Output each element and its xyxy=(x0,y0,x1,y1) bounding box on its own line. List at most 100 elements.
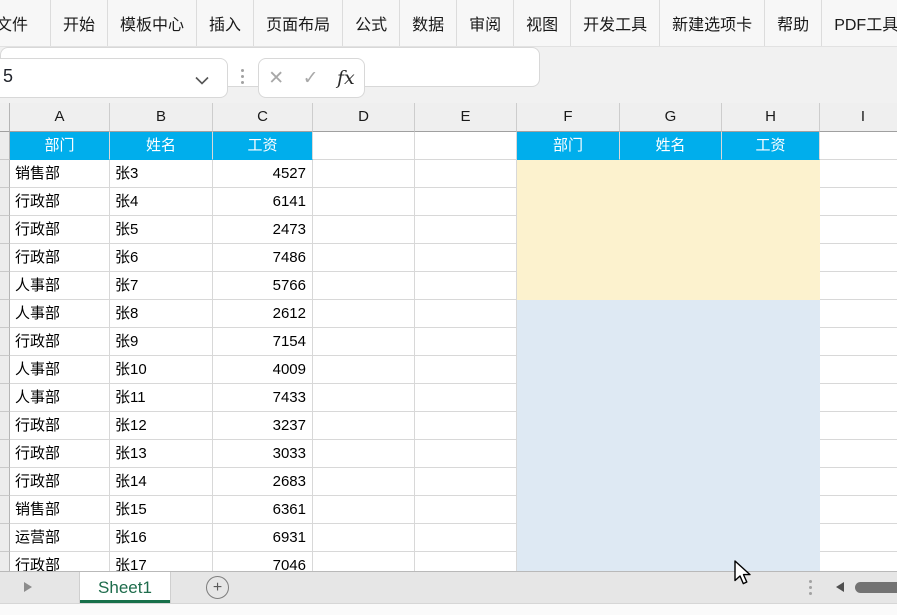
cell-A12[interactable]: 行政部 xyxy=(10,440,110,468)
cell-B6[interactable]: 张7 xyxy=(110,272,213,300)
cell-I14[interactable] xyxy=(820,496,897,524)
cell-G7[interactable] xyxy=(620,300,722,328)
cell-D10[interactable] xyxy=(313,384,415,412)
cell-G12[interactable] xyxy=(620,440,722,468)
cell-D3[interactable] xyxy=(313,188,415,216)
cell-A11[interactable]: 行政部 xyxy=(10,412,110,440)
cell-E12[interactable] xyxy=(415,440,517,468)
cell-E3[interactable] xyxy=(415,188,517,216)
cell-G14[interactable] xyxy=(620,496,722,524)
cell-G16[interactable] xyxy=(620,552,722,571)
cell-F12[interactable] xyxy=(517,440,620,468)
cell-I7[interactable] xyxy=(820,300,897,328)
cell-B14[interactable]: 张15 xyxy=(110,496,213,524)
menu-tab-help[interactable]: 帮助 xyxy=(764,0,821,46)
cell-C2[interactable]: 4527 xyxy=(213,160,313,188)
cell-A2[interactable]: 销售部 xyxy=(10,160,110,188)
cell-D16[interactable] xyxy=(313,552,415,571)
cell-F13[interactable] xyxy=(517,468,620,496)
cell-E1[interactable] xyxy=(415,132,517,160)
cell-F10[interactable] xyxy=(517,384,620,412)
menu-tab-view[interactable]: 视图 xyxy=(513,0,570,46)
row-header-8[interactable] xyxy=(0,328,10,356)
cell-H4[interactable] xyxy=(722,216,820,244)
cell-H12[interactable] xyxy=(722,440,820,468)
cell-F6[interactable] xyxy=(517,272,620,300)
cell-H9[interactable] xyxy=(722,356,820,384)
cell-E15[interactable] xyxy=(415,524,517,552)
cancel-entry-button[interactable]: ✕ xyxy=(268,69,284,88)
row-header-11[interactable] xyxy=(0,412,10,440)
column-header-H[interactable]: H xyxy=(722,103,820,132)
cell-E16[interactable] xyxy=(415,552,517,571)
cell-G6[interactable] xyxy=(620,272,722,300)
cell-D12[interactable] xyxy=(313,440,415,468)
cell-D11[interactable] xyxy=(313,412,415,440)
cell-B4[interactable]: 张5 xyxy=(110,216,213,244)
cell-C15[interactable]: 6931 xyxy=(213,524,313,552)
cell-C3[interactable]: 6141 xyxy=(213,188,313,216)
cell-D4[interactable] xyxy=(313,216,415,244)
menu-tab-new-tab[interactable]: 新建选项卡 xyxy=(659,0,764,46)
cell-I1[interactable] xyxy=(820,132,897,160)
cell-E10[interactable] xyxy=(415,384,517,412)
add-sheet-button[interactable]: + xyxy=(206,576,229,599)
cell-A13[interactable]: 行政部 xyxy=(10,468,110,496)
cell-A14[interactable]: 销售部 xyxy=(10,496,110,524)
sheet-nav-next-icon[interactable] xyxy=(24,582,32,592)
sheet-tab-sheet1[interactable]: Sheet1 xyxy=(79,572,171,603)
cell-C14[interactable]: 6361 xyxy=(213,496,313,524)
menu-tab-template-center[interactable]: 模板中心 xyxy=(107,0,196,46)
cell-G4[interactable] xyxy=(620,216,722,244)
cell-A1[interactable]: 部门 xyxy=(10,132,110,160)
column-header-D[interactable]: D xyxy=(313,103,415,132)
cell-G5[interactable] xyxy=(620,244,722,272)
cell-A9[interactable]: 人事部 xyxy=(10,356,110,384)
cell-G11[interactable] xyxy=(620,412,722,440)
cell-I16[interactable] xyxy=(820,552,897,571)
cell-B15[interactable]: 张16 xyxy=(110,524,213,552)
cell-B7[interactable]: 张8 xyxy=(110,300,213,328)
cell-A6[interactable]: 人事部 xyxy=(10,272,110,300)
cell-F11[interactable] xyxy=(517,412,620,440)
cell-B11[interactable]: 张12 xyxy=(110,412,213,440)
cell-D15[interactable] xyxy=(313,524,415,552)
cell-A16[interactable]: 行政部 xyxy=(10,552,110,571)
horizontal-scrollbar-thumb[interactable] xyxy=(855,582,897,593)
cell-I13[interactable] xyxy=(820,468,897,496)
cell-I15[interactable] xyxy=(820,524,897,552)
cell-G10[interactable] xyxy=(620,384,722,412)
cell-H3[interactable] xyxy=(722,188,820,216)
row-header-7[interactable] xyxy=(0,300,10,328)
cell-D6[interactable] xyxy=(313,272,415,300)
cell-H13[interactable] xyxy=(722,468,820,496)
cell-I4[interactable] xyxy=(820,216,897,244)
menu-tab-dev-tools[interactable]: 开发工具 xyxy=(570,0,659,46)
cell-C10[interactable]: 7433 xyxy=(213,384,313,412)
cell-E6[interactable] xyxy=(415,272,517,300)
menu-tab-file[interactable]: 文件 xyxy=(0,0,50,46)
cell-C12[interactable]: 3033 xyxy=(213,440,313,468)
cell-G2[interactable] xyxy=(620,160,722,188)
insert-function-button[interactable]: fx xyxy=(337,69,355,88)
cell-F4[interactable] xyxy=(517,216,620,244)
cell-B1[interactable]: 姓名 xyxy=(110,132,213,160)
scroll-left-arrow-icon[interactable] xyxy=(836,582,844,592)
cell-C11[interactable]: 3237 xyxy=(213,412,313,440)
row-header-4[interactable] xyxy=(0,216,10,244)
cell-H1[interactable]: 工资 xyxy=(722,132,820,160)
cell-B2[interactable]: 张3 xyxy=(110,160,213,188)
cell-E11[interactable] xyxy=(415,412,517,440)
cell-F8[interactable] xyxy=(517,328,620,356)
row-header-1[interactable] xyxy=(0,132,10,160)
cell-A8[interactable]: 行政部 xyxy=(10,328,110,356)
cell-H11[interactable] xyxy=(722,412,820,440)
cell-H10[interactable] xyxy=(722,384,820,412)
row-header-10[interactable] xyxy=(0,384,10,412)
menu-tab-review[interactable]: 审阅 xyxy=(456,0,513,46)
cell-H15[interactable] xyxy=(722,524,820,552)
cell-F1[interactable]: 部门 xyxy=(517,132,620,160)
cell-G9[interactable] xyxy=(620,356,722,384)
cell-G13[interactable] xyxy=(620,468,722,496)
cell-I12[interactable] xyxy=(820,440,897,468)
